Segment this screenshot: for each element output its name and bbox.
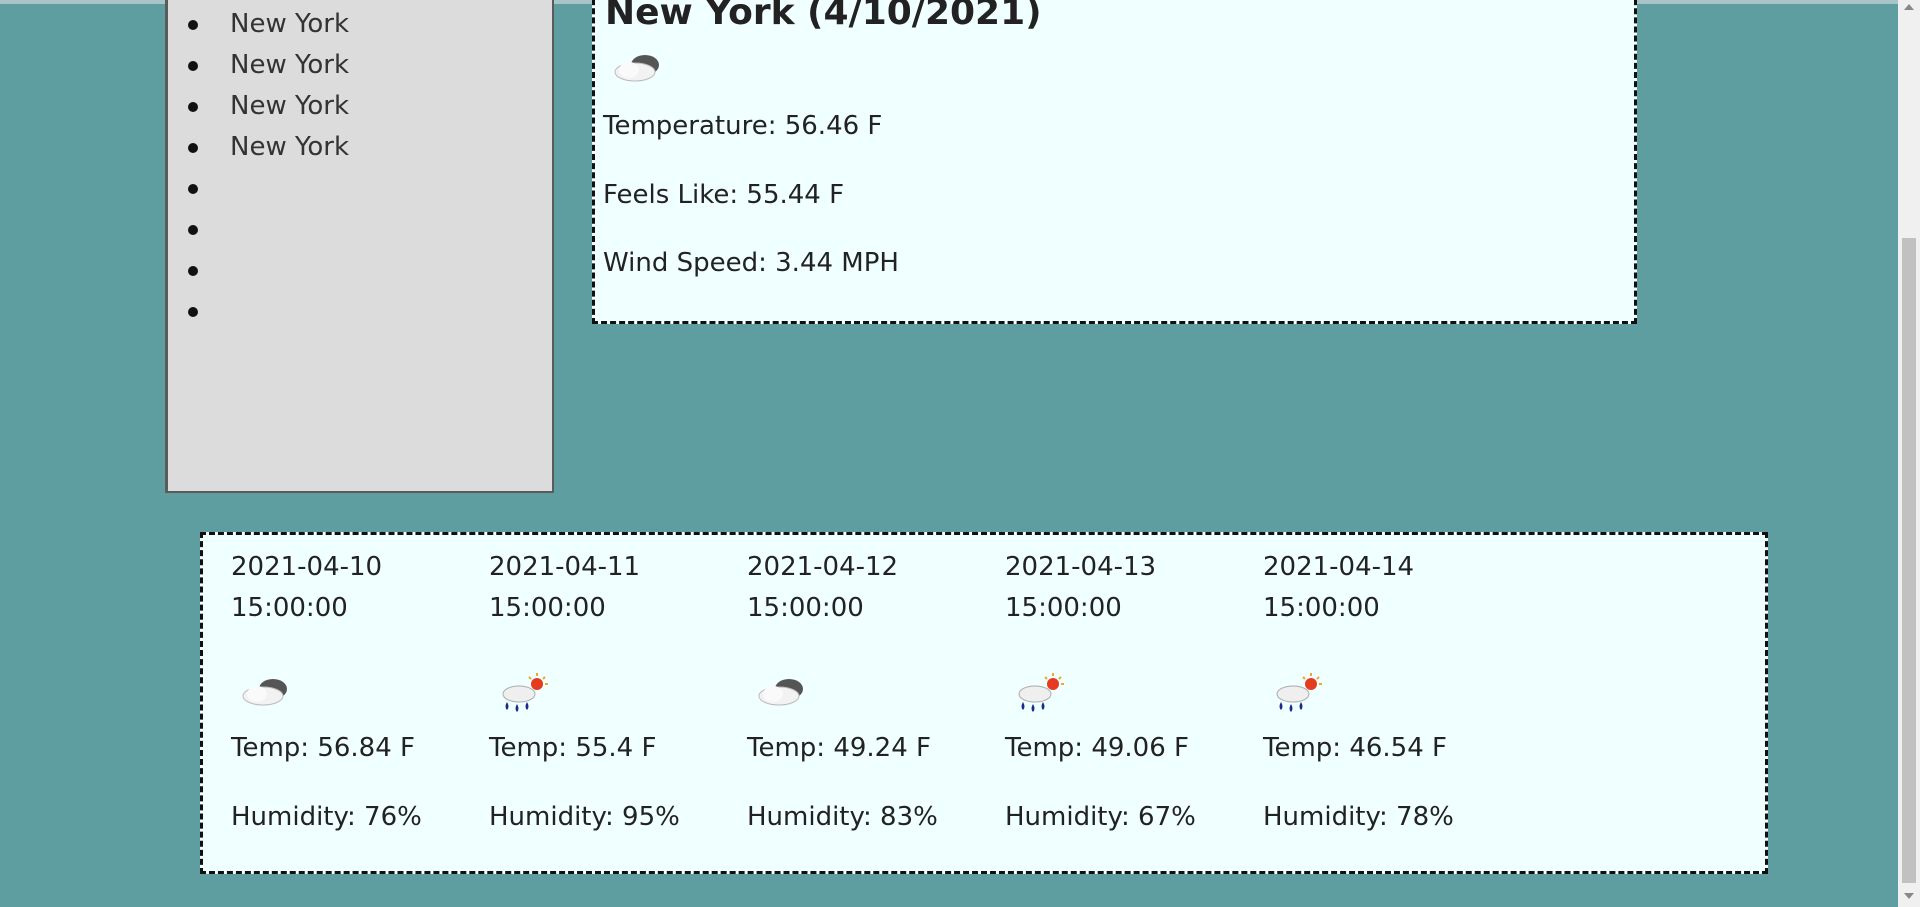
forecast-time: 15:00:00	[1005, 593, 1122, 623]
history-item[interactable]: New York	[168, 45, 349, 86]
forecast-date: 2021-04-12	[747, 552, 899, 582]
scroll-up-arrow-icon[interactable]	[1904, 4, 1914, 10]
forecast-day: 2021-04-11 15:00:00 Temp: 55.4 F Humidit…	[489, 547, 719, 832]
forecast-temp: Temp: 56.84 F	[231, 733, 415, 763]
forecast-temp: Temp: 46.54 F	[1263, 733, 1447, 763]
forecast-day: 2021-04-10 15:00:00 Temp: 56.84 F Humidi…	[231, 547, 461, 832]
current-feels-like: Feels Like: 55.44 F	[603, 180, 845, 210]
forecast-time: 15:00:00	[1263, 593, 1380, 623]
forecast-temp: Temp: 49.24 F	[747, 733, 931, 763]
five-day-forecast: 2021-04-10 15:00:00 Temp: 56.84 F Humidi…	[200, 532, 1768, 874]
current-temperature: Temperature: 56.46 F	[603, 111, 883, 141]
history-item[interactable]	[168, 250, 349, 291]
forecast-temp: Temp: 55.4 F	[489, 733, 657, 763]
forecast-day: 2021-04-14 15:00:00 Temp: 46.54 F Humidi…	[1263, 547, 1493, 832]
history-item[interactable]	[168, 168, 349, 209]
page-scrollbar[interactable]	[1898, 0, 1920, 907]
search-history-panel: New York New York New York New York	[165, 0, 554, 493]
cloud-icon	[751, 672, 811, 716]
forecast-time: 15:00:00	[747, 593, 864, 623]
history-item[interactable]	[168, 291, 349, 332]
forecast-humidity: Humidity: 95%	[489, 802, 680, 832]
history-item[interactable]: New York	[168, 4, 349, 45]
cloud-icon	[607, 48, 667, 92]
forecast-day: 2021-04-12 15:00:00 Temp: 49.24 F Humidi…	[747, 547, 977, 832]
current-wind-speed: Wind Speed: 3.44 MPH	[603, 248, 899, 278]
forecast-humidity: Humidity: 83%	[747, 802, 938, 832]
current-weather-card: New York (4/10/2021) Temperature: 56.46 …	[592, 0, 1637, 324]
cloud-icon	[235, 672, 295, 716]
forecast-time: 15:00:00	[489, 593, 606, 623]
scroll-down-arrow-icon[interactable]	[1904, 893, 1914, 899]
forecast-time: 15:00:00	[231, 593, 348, 623]
scrollbar-thumb[interactable]	[1902, 238, 1916, 883]
current-city-title: New York (4/10/2021)	[605, 0, 1042, 33]
history-item[interactable]	[168, 209, 349, 250]
rain-sun-icon	[1267, 672, 1327, 720]
forecast-humidity: Humidity: 76%	[231, 802, 422, 832]
search-history-list: New York New York New York New York	[168, 4, 349, 332]
rain-sun-icon	[493, 672, 553, 720]
forecast-humidity: Humidity: 67%	[1005, 802, 1196, 832]
forecast-date: 2021-04-11	[489, 552, 641, 582]
history-item[interactable]: New York	[168, 86, 349, 127]
forecast-humidity: Humidity: 78%	[1263, 802, 1454, 832]
forecast-date: 2021-04-13	[1005, 552, 1157, 582]
history-item[interactable]: New York	[168, 127, 349, 168]
forecast-temp: Temp: 49.06 F	[1005, 733, 1189, 763]
forecast-day: 2021-04-13 15:00:00 Temp: 49.06 F Humidi…	[1005, 547, 1235, 832]
forecast-date: 2021-04-10	[231, 552, 383, 582]
forecast-date: 2021-04-14	[1263, 552, 1415, 582]
rain-sun-icon	[1009, 672, 1069, 720]
